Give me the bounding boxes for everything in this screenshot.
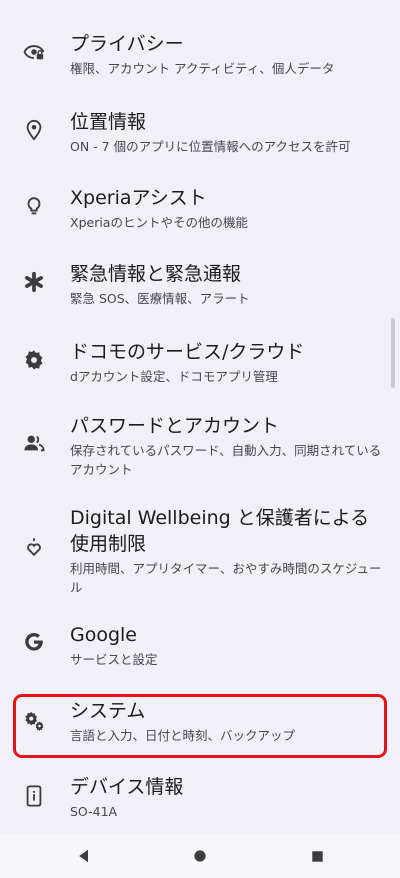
account-key-icon [20, 429, 48, 457]
settings-item-docomo-services[interactable]: ドコモのサービス/クラウド dアカウント設定、ドコモアプリ管理 [0, 336, 400, 396]
item-subtitle: dアカウント設定、ドコモアプリ管理 [70, 369, 278, 384]
settings-item-digital-wellbeing[interactable]: Digital Wellbeing と保護者による使用制限 利用時間、アプリタイ… [0, 505, 400, 605]
recents-icon[interactable] [307, 846, 327, 866]
device-info-icon [20, 782, 48, 810]
settings-item-xperia-assist[interactable]: Xperiaアシスト Xperiaのヒントやその他の機能 [0, 182, 400, 242]
item-title: プライバシー [70, 33, 184, 55]
highlight-box [13, 694, 387, 758]
emergency-asterisk-icon [20, 268, 48, 296]
gear-icon [20, 346, 48, 374]
item-subtitle: Xperiaのヒントやその他の機能 [70, 215, 248, 230]
item-title: ドコモのサービス/クラウド [70, 341, 305, 363]
lightbulb-icon [20, 192, 48, 220]
item-title: Xperiaアシスト [70, 187, 207, 209]
item-subtitle: ON - 7 個のアプリに位置情報へのアクセスを許可 [70, 139, 351, 154]
settings-item-device-info[interactable]: デバイス情報 SO-41A [0, 774, 400, 826]
location-pin-icon [20, 116, 48, 144]
privacy-eye-lock-icon [20, 38, 48, 66]
item-subtitle: 利用時間、アプリタイマー、おやすみ時間のスケジュール [70, 561, 382, 595]
item-subtitle: 権限、アカウント アクティビティ、個人データ [70, 61, 335, 76]
item-subtitle: 緊急 SOS、医療情報、アラート [70, 291, 250, 306]
settings-item-google[interactable]: Google サービスと設定 [0, 622, 400, 674]
settings-item-location[interactable]: 位置情報 ON - 7 個のアプリに位置情報へのアクセスを許可 [0, 106, 400, 166]
item-title: デバイス情報 [70, 776, 184, 798]
item-title: パスワードとアカウント [70, 415, 280, 437]
settings-item-passwords-accounts[interactable]: パスワードとアカウント 保存されているパスワード、自動入力、同期されているアカウ… [0, 413, 400, 487]
item-subtitle: サービスと設定 [70, 652, 158, 667]
back-icon[interactable] [74, 846, 94, 866]
wellbeing-heart-icon [20, 533, 48, 561]
item-title: Digital Wellbeing と保護者による使用制限 [70, 507, 370, 555]
item-title: Google [70, 624, 138, 646]
google-g-icon [20, 628, 48, 656]
item-subtitle: SO-41A [70, 804, 118, 819]
settings-item-privacy[interactable]: プライバシー 権限、アカウント アクティビティ、個人データ [0, 28, 400, 88]
item-title: 緊急情報と緊急通報 [70, 263, 242, 285]
home-icon[interactable] [190, 846, 210, 866]
item-subtitle: 保存されているパスワード、自動入力、同期されているアカウント [70, 443, 382, 477]
item-title: 位置情報 [70, 111, 147, 133]
navigation-bar [0, 834, 400, 878]
settings-item-emergency[interactable]: 緊急情報と緊急通報 緊急 SOS、医療情報、アラート [0, 258, 400, 318]
scrollbar[interactable] [391, 318, 395, 388]
